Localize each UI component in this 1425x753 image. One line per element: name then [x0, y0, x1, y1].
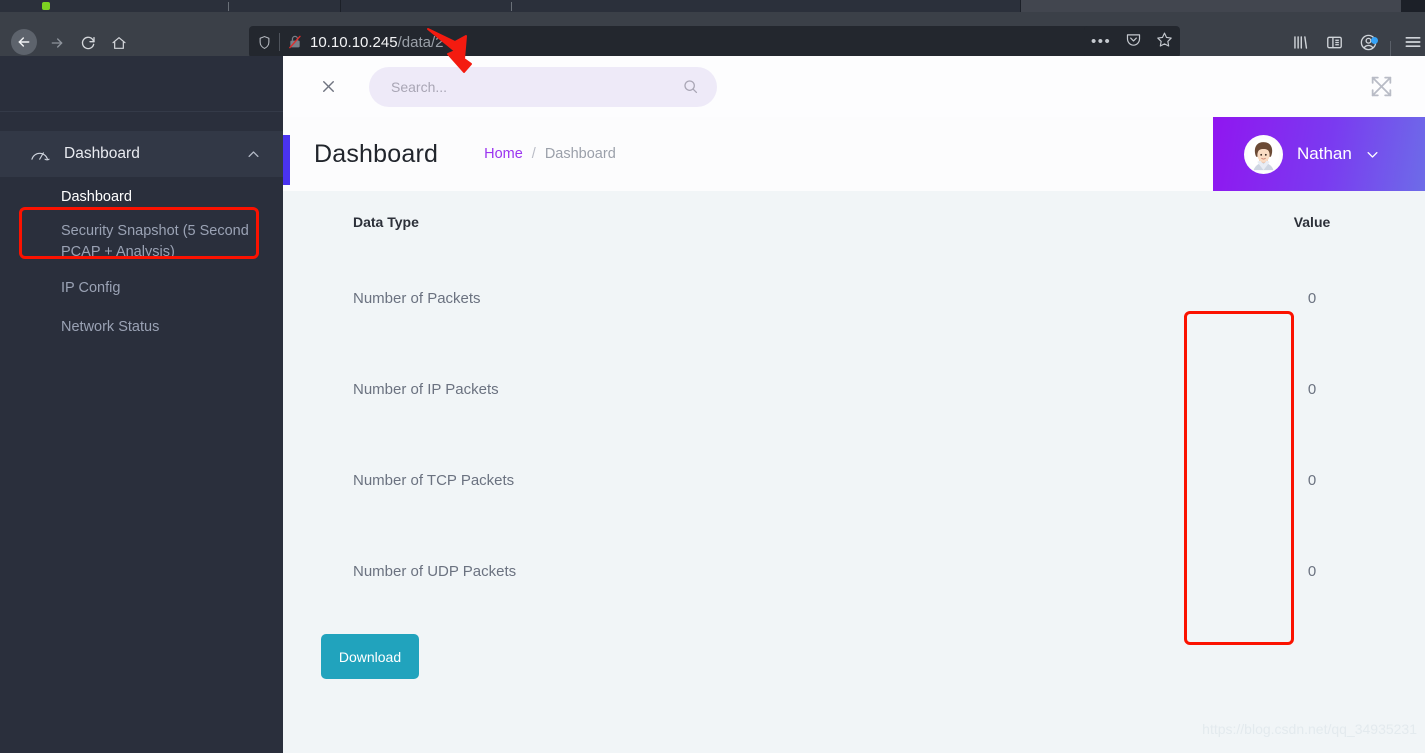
breadcrumb-current: Dashboard: [544, 146, 616, 162]
column-header-value: Value: [1293, 214, 1331, 230]
url-bar[interactable]: 10.10.10.245/data/2: [249, 26, 1150, 58]
row-label: Number of TCP Packets: [353, 472, 515, 489]
search-input[interactable]: [391, 78, 682, 95]
page-title: Dashboard: [314, 139, 439, 168]
row-label: Number of Packets: [353, 290, 481, 307]
row-value: 0: [1307, 290, 1317, 307]
table-row: Number of IP Packets 0: [291, 344, 1417, 435]
page-header: Dashboard Home / Dashboard Nathan: [283, 117, 1425, 191]
row-value: 0: [1307, 381, 1317, 398]
table-header-row: Data Type Value: [291, 191, 1417, 253]
table-row: Number of TCP Packets 0: [291, 435, 1417, 526]
account-notification-dot: [1371, 36, 1378, 44]
browser-toolbar-right: [1283, 26, 1425, 65]
breadcrumb-separator: /: [531, 146, 536, 162]
watermark: https://blog.csdn.net/qq_34935231: [1202, 721, 1417, 737]
ellipsis-icon[interactable]: •••: [1091, 34, 1111, 49]
chevron-up-icon[interactable]: [246, 147, 261, 162]
tab-favicon-icon: [42, 2, 50, 10]
row-label: Number of UDP Packets: [353, 563, 517, 580]
sidebar-section-label: Dashboard: [64, 145, 140, 162]
urlbar-action-buttons: •••: [1084, 26, 1180, 58]
data-table: Data Type Value Number of Packets 0 Numb…: [283, 191, 1425, 679]
table-row: Number of Packets 0: [291, 253, 1417, 344]
star-icon[interactable]: [1156, 31, 1173, 53]
reload-button[interactable]: [77, 32, 98, 53]
browser-tab-strip: [0, 0, 1425, 12]
browser-tab-label: [545, 4, 615, 12]
library-icon[interactable]: [1283, 33, 1317, 52]
sidebar-item-security-snapshot[interactable]: Security Snapshot (5 Second PCAP + Analy…: [0, 216, 283, 268]
header-accent-bar: [283, 135, 290, 185]
gauge-icon: [30, 146, 51, 162]
browser-tab-label-selected: [1140, 4, 1220, 12]
sidebar-section-dashboard[interactable]: Dashboard: [0, 131, 283, 177]
user-menu[interactable]: Nathan: [1213, 117, 1425, 191]
sidebar-item-network-status[interactable]: Network Status: [0, 307, 283, 346]
chevron-down-icon[interactable]: [1365, 147, 1380, 162]
search-box[interactable]: [369, 66, 717, 107]
download-button[interactable]: Download: [321, 634, 419, 679]
annotation-arrow-url: [427, 28, 472, 73]
user-name: Nathan: [1297, 144, 1352, 163]
back-button[interactable]: [11, 29, 37, 55]
sidebar-icon[interactable]: [1317, 33, 1351, 52]
sidebar-item-label: Dashboard: [61, 188, 132, 205]
shield-icon[interactable]: [249, 35, 279, 50]
browser-navigation-bar: 10.10.10.245/data/2 •••: [0, 12, 1425, 65]
pocket-icon[interactable]: [1125, 31, 1142, 53]
account-icon[interactable]: [1351, 33, 1385, 52]
row-value: 0: [1307, 563, 1317, 580]
app-main-content: Dashboard Home / Dashboard: [283, 56, 1425, 753]
browser-tab[interactable]: [341, 0, 1020, 12]
home-button[interactable]: [108, 32, 129, 53]
url-host: 10.10.10.245: [310, 33, 398, 51]
hamburger-menu-icon[interactable]: [1396, 32, 1425, 52]
content-area: Data Type Value Number of Packets 0 Numb…: [283, 191, 1425, 753]
sidebar-item-label: IP Config: [61, 279, 121, 296]
avatar: [1244, 134, 1283, 174]
column-header-data-type: Data Type: [353, 214, 419, 230]
sidebar-item-label: Network Status: [61, 318, 160, 335]
sidebar-item-ip-config[interactable]: IP Config: [0, 268, 283, 307]
tab-divider: [228, 2, 229, 11]
breadcrumb-home-link[interactable]: Home: [484, 146, 523, 162]
lock-broken-icon[interactable]: [280, 34, 310, 50]
row-label: Number of IP Packets: [353, 381, 499, 398]
table-row: Number of UDP Packets 0: [291, 526, 1417, 617]
sidebar-header-space: [0, 56, 283, 112]
search-icon[interactable]: [682, 78, 699, 95]
row-value: 0: [1307, 472, 1317, 489]
browser-tab[interactable]: [0, 0, 340, 12]
app-sidebar: Dashboard Dashboard Security Snapshot (5…: [0, 56, 283, 753]
breadcrumb: Home / Dashboard: [484, 146, 616, 162]
expand-icon[interactable]: [1369, 74, 1394, 99]
forward-button[interactable]: [46, 32, 67, 53]
close-icon[interactable]: [311, 70, 345, 104]
sidebar-item-label: Security Snapshot (5 Second PCAP + Analy…: [61, 223, 249, 260]
tab-divider: [511, 2, 512, 11]
sidebar-item-dashboard[interactable]: Dashboard: [0, 177, 283, 216]
